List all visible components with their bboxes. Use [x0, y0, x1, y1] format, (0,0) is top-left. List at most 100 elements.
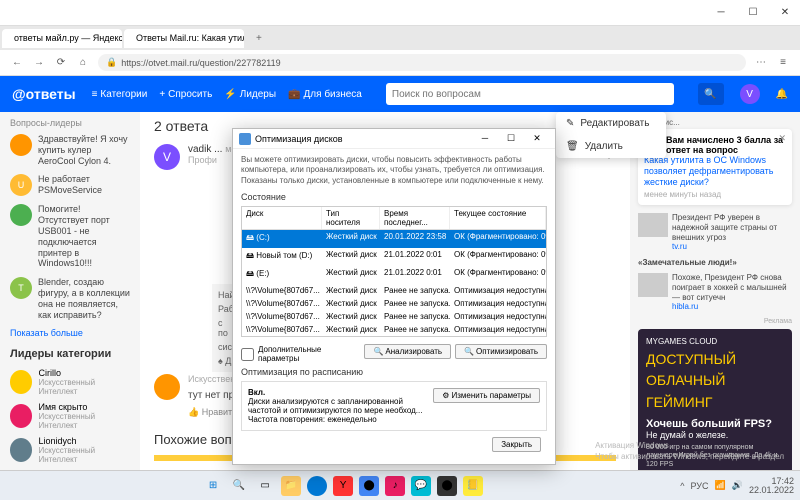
- tab-label: Ответы Mail.ru: Какая утилита в: [136, 33, 244, 43]
- leader-item[interactable]: CirilloИскусственный Интеллект: [10, 368, 130, 396]
- section-title: Лидеры категории: [10, 348, 130, 360]
- app-icon[interactable]: Y: [333, 476, 353, 496]
- user-avatar[interactable]: V: [740, 84, 760, 104]
- window-close[interactable]: ✕: [770, 0, 800, 26]
- tray-chevron-icon[interactable]: ^: [680, 481, 684, 491]
- tab-mailru[interactable]: Ответы Mail.ru: Какая утилита в ✕: [124, 29, 244, 48]
- search-icon[interactable]: 🔍: [229, 476, 249, 496]
- window-titlebar: ─ ☐ ✕: [0, 0, 800, 26]
- leader-item[interactable]: LionidychИскусственный Интеллект: [10, 436, 130, 464]
- extensions-button[interactable]: ⋯: [750, 52, 772, 74]
- edge-icon[interactable]: [307, 476, 327, 496]
- ad-label: Реклама: [638, 318, 792, 325]
- home-button[interactable]: ⌂: [72, 52, 94, 74]
- drive-icon: [239, 133, 251, 145]
- news-item[interactable]: Похоже, Президент РФ снова поиграет в хо…: [638, 273, 792, 311]
- app-icon[interactable]: ⬤: [437, 476, 457, 496]
- news-thumb: [638, 213, 668, 237]
- question-item[interactable]: Помогите! Отсутствует порт USB001 - не п…: [10, 204, 130, 269]
- close-button[interactable]: Закрыть: [492, 437, 541, 452]
- leader-item[interactable]: Имя скрытоИскусственный Интеллект: [10, 402, 130, 430]
- table-row[interactable]: \\?\Volume{807d67...Жесткий дискРанее не…: [242, 284, 546, 297]
- dialog-titlebar: Оптимизация дисков ─ ☐ ✕: [233, 129, 555, 149]
- table-row[interactable]: 🖴 Новый том (D:)Жесткий диск21.01.2022 0…: [242, 248, 546, 266]
- news-item[interactable]: Президент РФ уверен в надежной защите ст…: [638, 213, 792, 251]
- start-button[interactable]: ⊞: [203, 476, 223, 496]
- table-row[interactable]: \\?\Volume{807d67...Жесткий дискРанее не…: [242, 297, 546, 310]
- url-text: https://otvet.mail.ru/question/227782119: [121, 58, 280, 68]
- taskbar-apps: ⊞ 🔍 ▭ 📁 Y ⬤ ♪ 💬 ⬤ 📒: [203, 476, 483, 496]
- table-row[interactable]: 🖴 (C:)Жесткий диск20.01.2022 23:58ОК (Фр…: [242, 230, 546, 248]
- url-field[interactable]: 🔒 https://otvet.mail.ru/question/2277821…: [98, 54, 746, 71]
- logo[interactable]: @ответы: [12, 86, 76, 102]
- section-title: Вопросы-лидеры: [10, 118, 130, 128]
- app-icon[interactable]: ⬤: [359, 476, 379, 496]
- app-icon[interactable]: 💬: [411, 476, 431, 496]
- activation-watermark: Активация Windows Чтобы активировать Win…: [595, 441, 784, 462]
- drives-table: Диск Тип носителя Время последнег... Тек…: [241, 206, 547, 337]
- clock[interactable]: 17:42 22.01.2022: [749, 477, 794, 495]
- site-header: @ответы ≡Категории +Спросить ⚡Лидеры 💼Дл…: [0, 76, 800, 112]
- table-header: Диск Тип носителя Время последнег... Тек…: [242, 207, 546, 230]
- context-menu: ✎Редактировать 🗑Удалить: [556, 112, 666, 158]
- menu-button[interactable]: ≡: [772, 52, 794, 74]
- explorer-icon[interactable]: 📁: [281, 476, 301, 496]
- task-view-icon[interactable]: ▭: [255, 476, 275, 496]
- table-row[interactable]: 🖴 (E:)Жесткий диск21.01.2022 0:01ОК (Фра…: [242, 266, 546, 284]
- table-row[interactable]: \\?\Volume{807d67...Жесткий дискРанее не…: [242, 323, 546, 336]
- user-name[interactable]: vadik ...: [188, 144, 222, 155]
- pencil-icon: ✎: [566, 118, 574, 129]
- forward-button[interactable]: →: [28, 52, 50, 74]
- show-more-link[interactable]: Показать больше: [10, 328, 130, 338]
- window-maximize[interactable]: ☐: [738, 0, 768, 26]
- menu-edit[interactable]: ✎Редактировать: [556, 112, 666, 135]
- tab-yandex[interactable]: ответы майл.ру — Яндекс наш... ✕: [2, 29, 122, 48]
- advanced-params-check[interactable]: Дополнительные параметры: [241, 345, 364, 363]
- search-button[interactable]: 🔍: [698, 83, 724, 105]
- question-item[interactable]: TBlender, создаю фигуру, а в коллекции о…: [10, 277, 130, 320]
- avatar[interactable]: [154, 374, 180, 400]
- nav-ask[interactable]: +Спросить: [159, 89, 212, 100]
- search-input[interactable]: [392, 89, 668, 100]
- schedule-panel: Вкл. Диски анализируются с запланированн…: [241, 381, 547, 431]
- trash-icon: 🗑: [566, 141, 579, 152]
- close-icon[interactable]: ✕: [778, 133, 786, 144]
- table-row[interactable]: \\?\Volume{807d67...Жесткий дискРанее не…: [242, 310, 546, 323]
- app-icon[interactable]: 📒: [463, 476, 483, 496]
- wifi-icon[interactable]: 📶: [715, 480, 726, 491]
- taskbar: ⊞ 🔍 ▭ 📁 Y ⬤ ♪ 💬 ⬤ 📒 ^ РУС 📶 🔊 17:42 22.0…: [0, 470, 800, 500]
- dialog-minimize[interactable]: ─: [473, 133, 497, 144]
- nav-business[interactable]: 💼Для бизнеса: [288, 89, 362, 100]
- window-minimize[interactable]: ─: [706, 0, 736, 26]
- ad-brand: MYGAMES CLOUD: [646, 337, 784, 346]
- nav-leaders[interactable]: ⚡Лидеры: [224, 89, 276, 100]
- new-tab-button[interactable]: +: [248, 33, 270, 44]
- volume-icon[interactable]: 🔊: [732, 480, 743, 491]
- optimize-button[interactable]: 🔍Оптимизировать: [455, 344, 547, 359]
- state-label: Состояние: [241, 192, 547, 202]
- schedule-label: Оптимизация по расписанию: [241, 367, 547, 377]
- search-box: [386, 83, 674, 105]
- question-item[interactable]: UНе работает PSMoveService: [10, 174, 130, 196]
- optimize-drives-dialog: Оптимизация дисков ─ ☐ ✕ Вы можете оптим…: [232, 128, 556, 465]
- news-item[interactable]: «Замечательные люди!»: [638, 258, 792, 268]
- menu-delete[interactable]: 🗑Удалить: [556, 135, 666, 158]
- dialog-maximize[interactable]: ☐: [499, 133, 523, 144]
- avatar[interactable]: V: [154, 144, 180, 170]
- browser-tabs: ответы майл.ру — Яндекс наш... ✕ Ответы …: [0, 26, 800, 50]
- refresh-button[interactable]: ⟳: [50, 52, 72, 74]
- back-button[interactable]: ←: [6, 52, 28, 74]
- nav-categories[interactable]: ≡Категории: [92, 89, 148, 100]
- dialog-description: Вы можете оптимизировать диски, чтобы по…: [241, 155, 547, 186]
- news-thumb: [638, 273, 668, 297]
- notif-link[interactable]: Какая утилита в ОС Windows позволяет деф…: [644, 155, 786, 187]
- analyze-button[interactable]: 🔍Анализировать: [364, 344, 451, 359]
- change-params-button[interactable]: ⚙Изменить параметры: [433, 388, 540, 403]
- header-nav: ≡Категории +Спросить ⚡Лидеры 💼Для бизнес…: [92, 89, 362, 100]
- app-icon[interactable]: ♪: [385, 476, 405, 496]
- tab-label: ответы майл.ру — Яндекс наш...: [14, 33, 122, 43]
- question-item[interactable]: Здравствуйте! Я хочу купить кулер AeroCo…: [10, 134, 130, 166]
- lang-indicator[interactable]: РУС: [690, 481, 708, 491]
- dialog-close[interactable]: ✕: [525, 133, 549, 144]
- bell-icon[interactable]: 🔔: [776, 89, 788, 100]
